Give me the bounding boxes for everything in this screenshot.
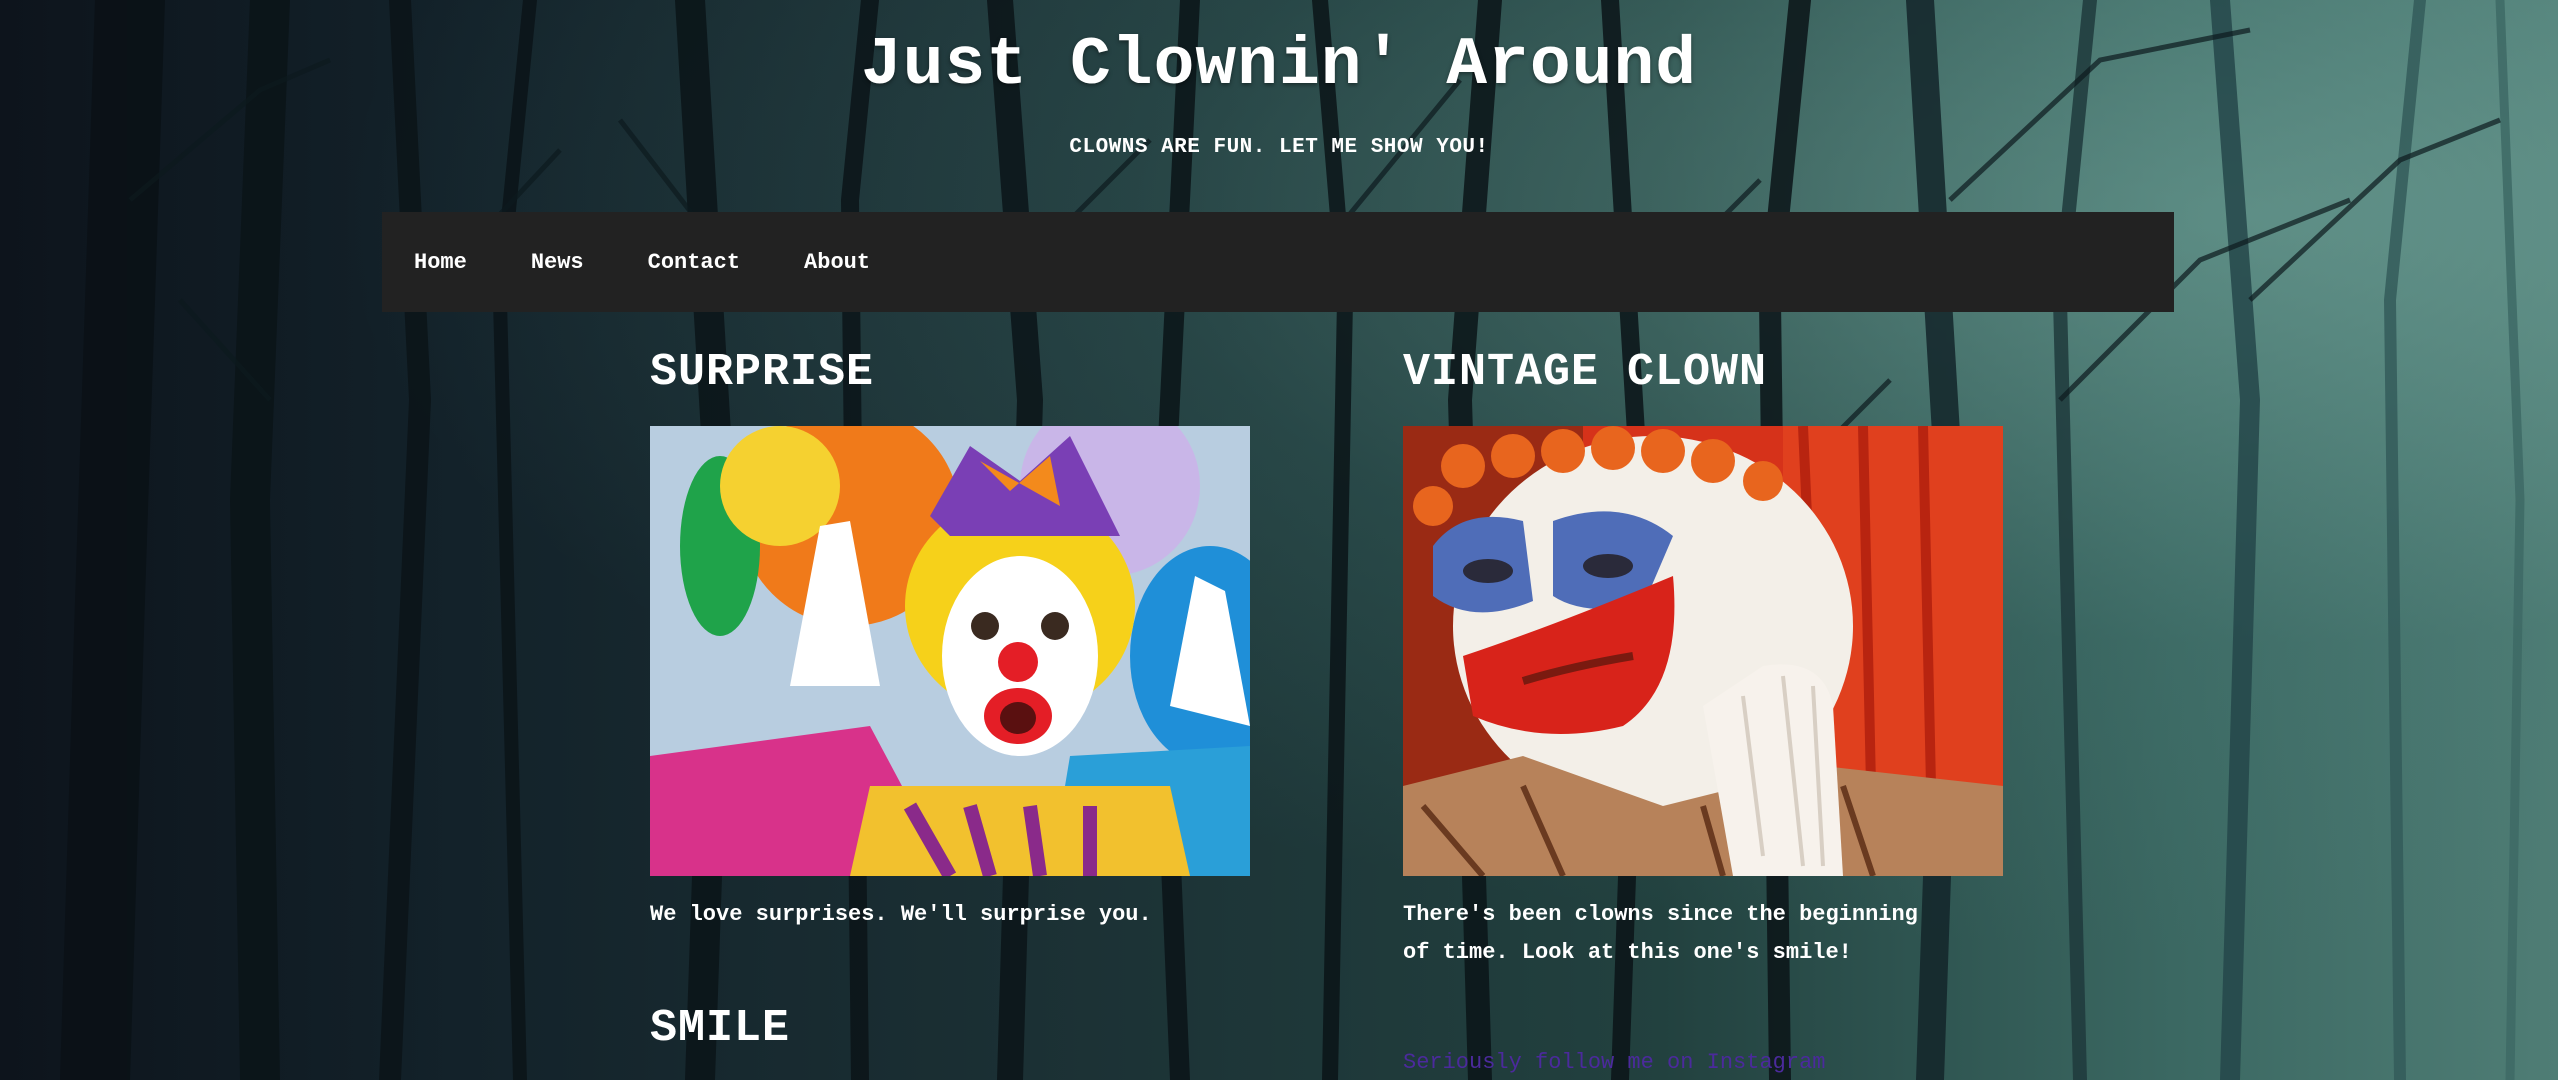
site-tagline: CLOWNS ARE FUN. LET ME SHOW YOU! [1069, 136, 1489, 159]
post-title[interactable]: SURPRISE [650, 346, 1250, 400]
post-text: We love surprises. We'll surprise you. [650, 902, 1152, 927]
surprised-clown-photo [650, 426, 1250, 876]
nav-about-link[interactable]: About [804, 250, 870, 275]
nav-contact-link[interactable]: Contact [648, 250, 740, 275]
nav-home-link[interactable]: Home [414, 250, 467, 275]
page-content: Just Clownin' Around CLOWNS ARE FUN. LET… [0, 0, 2558, 1080]
post-title[interactable]: VINTAGE CLOWN [1403, 346, 2003, 400]
post-image-vintage-clown[interactable] [1403, 426, 2003, 876]
nav-news-link[interactable]: News [531, 250, 584, 275]
post-surprise: SURPRISE We love surprises. We'll surpri… [650, 346, 1250, 946]
post-smile: SMILE [650, 1002, 1250, 1080]
instagram-link[interactable]: Seriously follow me on Instagram [1403, 1050, 1825, 1075]
vintage-clown-photo [1403, 426, 2003, 876]
site-title[interactable]: Just Clownin' Around [0, 28, 2558, 104]
post-text: There's been clowns since the beginning … [1403, 902, 1918, 965]
post-vintage-clown: VINTAGE CLOWN There's been clowns since … [1403, 346, 2003, 965]
post-title[interactable]: SMILE [650, 1002, 1250, 1056]
main-navbar: Home News Contact About [382, 212, 2174, 312]
post-image-surprise[interactable] [650, 426, 1250, 876]
